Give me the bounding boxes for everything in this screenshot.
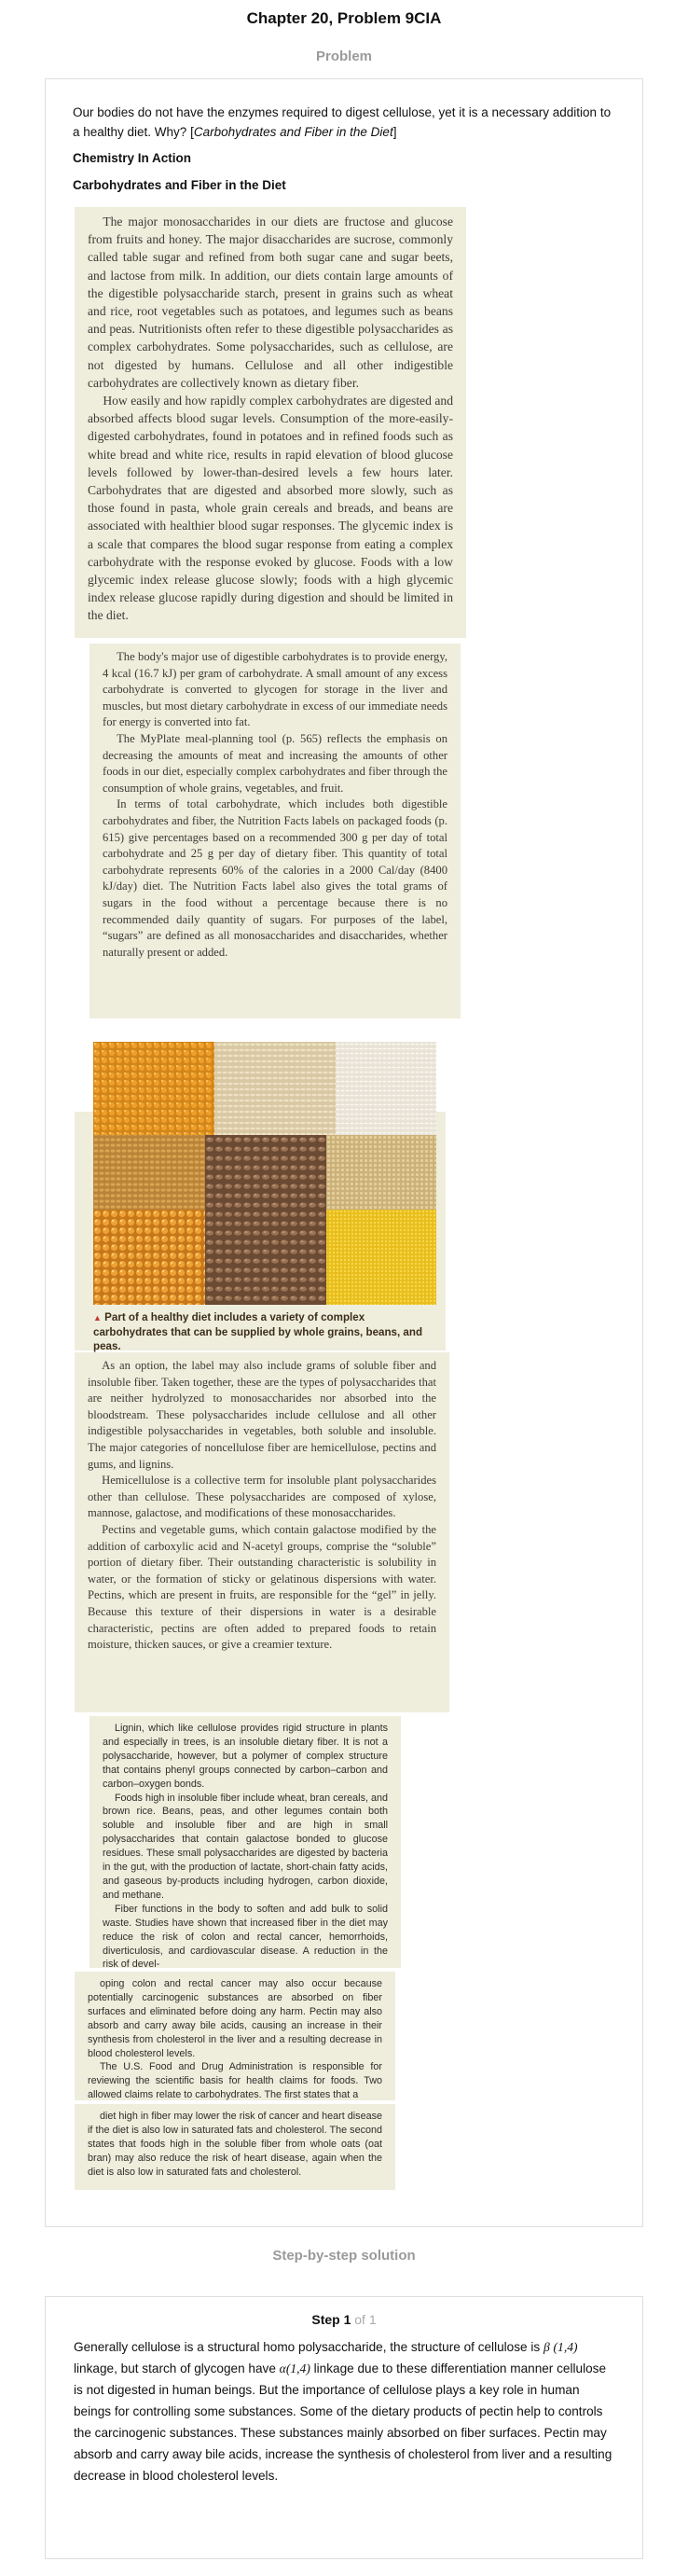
- grains-photo: [93, 1042, 436, 1305]
- excerpt-paragraph: Foods high in insoluble fiber include wh…: [103, 1792, 388, 1901]
- excerpt-paragraph: The body's major use of digestible carbo…: [103, 650, 447, 729]
- alpha-linkage: (1,4): [285, 2361, 310, 2375]
- step-label: Step 1: [311, 2312, 351, 2327]
- textbook-excerpt-6: diet high in fiber may lower the risk of…: [75, 2104, 395, 2190]
- excerpt-paragraph: The major monosaccharides in our diets a…: [88, 215, 453, 390]
- beta-symbol: β: [543, 2340, 550, 2354]
- beta-linkage: (1,4): [553, 2340, 578, 2354]
- solution-step-card: Step 1 of 1 Generally cellulose is a str…: [45, 2296, 643, 2559]
- excerpt-heading: Carbohydrates and Fiber in the Diet: [73, 178, 286, 192]
- rolled-oats: [214, 1042, 336, 1135]
- excerpt-paragraph: In terms of total carbohydrate, which in…: [103, 797, 447, 959]
- problem-question: Our bodies do not have the enzymes requi…: [73, 105, 612, 139]
- excerpt-paragraph: How easily and how rapidly complex carbo…: [88, 394, 453, 623]
- excerpt-paragraph: Fiber functions in the body to soften an…: [103, 1903, 388, 1971]
- solution-section-label: Step-by-step solution: [272, 2248, 416, 2264]
- excerpt-paragraph: diet high in fiber may lower the risk of…: [88, 2111, 382, 2178]
- excerpt-paragraph: Hemicellulose is a collective term for i…: [88, 1474, 436, 1520]
- grains-image: [93, 1042, 436, 1305]
- excerpt-paragraph: Pectins and vegetable gums, which contai…: [88, 1522, 436, 1652]
- excerpt-paragraph: As an option, the label may also include…: [88, 1359, 436, 1471]
- cornmeal: [326, 1210, 436, 1305]
- question-source: Carbohydrates and Fiber in the Diet: [193, 125, 393, 139]
- textbook-excerpt-5: oping colon and rectal cancer may also o…: [75, 1972, 395, 2100]
- textbook-excerpt-3: As an option, the label may also include…: [75, 1352, 449, 1712]
- barley-grains: [326, 1135, 436, 1210]
- textbook-excerpt-4: Lignin, which like cellulose provides ri…: [89, 1716, 401, 1970]
- excerpt-paragraph: The MyPlate meal-planning tool (p. 565) …: [103, 731, 447, 795]
- figure-caption: ▲ Part of a healthy diet includes a vari…: [93, 1311, 423, 1352]
- beans: [205, 1135, 326, 1305]
- step-count: of 1: [354, 2312, 377, 2327]
- maize-kernels: [93, 1210, 205, 1305]
- solution-text: Generally cellulose is a structural homo…: [74, 2340, 612, 2483]
- excerpt-paragraph: oping colon and rectal cancer may also o…: [88, 1978, 382, 2059]
- excerpt-paragraph: The U.S. Food and Drug Administration is…: [88, 2061, 382, 2101]
- step-header: Step 1 of 1: [46, 2312, 642, 2327]
- page-title: Chapter 20, Problem 9CIA: [246, 9, 442, 27]
- rice-grains: [336, 1042, 436, 1135]
- alpha-symbol: α: [279, 2361, 286, 2375]
- excerpt-paragraph: Lignin, which like cellulose provides ri…: [103, 1723, 388, 1790]
- chemistry-in-action-heading: Chemistry In Action: [73, 151, 192, 165]
- corn-kernels: [93, 1042, 214, 1135]
- wheat-grains: [93, 1135, 205, 1210]
- problem-section-label: Problem: [315, 48, 372, 64]
- caption-triangle-icon: ▲: [93, 1313, 102, 1323]
- textbook-excerpt-1: The major monosaccharides in our diets a…: [75, 207, 466, 638]
- textbook-excerpt-2: The body's major use of digestible carbo…: [89, 644, 461, 1018]
